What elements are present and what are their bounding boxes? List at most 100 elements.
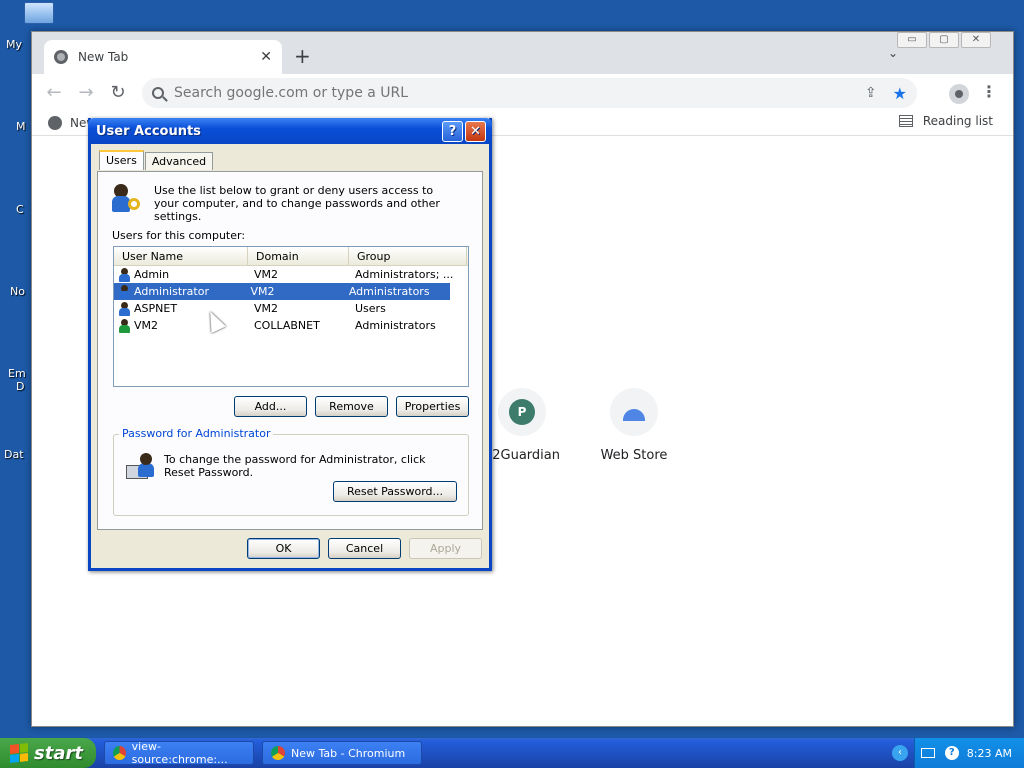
table-row[interactable]: ASPNET VM2 Users [114,300,468,317]
users-list[interactable]: User Name Domain Group Admin VM2 Adminis… [113,246,469,387]
reading-list-button[interactable]: Reading list [898,114,993,128]
user-name: Administrator [134,285,209,298]
shortcut-web-store[interactable]: Web Store [584,388,684,463]
maximize-button[interactable]: ▢ [929,32,959,48]
globe-icon [54,50,68,64]
tab-advanced[interactable]: Advanced [144,152,214,170]
web-store-icon [610,388,658,436]
taskbar-item-label: New Tab - Chromium [291,746,406,760]
tab-title: New Tab [78,50,129,64]
star-icon[interactable]: ★ [893,84,907,103]
chromium-icon [271,746,285,760]
share-icon[interactable]: ⇪ [865,85,877,101]
user-group: Administrators [355,319,436,332]
dialog-tabs: Users Advanced [99,150,214,170]
dialog-title-bar[interactable]: User Accounts ? ✕ [88,118,492,144]
users-list-label: Users for this computer: [112,229,246,242]
user-icon [118,267,132,282]
column-user-name[interactable]: User Name [114,247,248,265]
desktop-label-1[interactable]: My [6,38,22,51]
users-tab-panel: Use the list below to grant or deny user… [97,171,483,530]
windows-logo-icon [10,743,28,763]
table-row[interactable]: Admin VM2 Administrators; ... [114,266,468,283]
minimize-button[interactable]: ▭ [897,32,927,48]
user-group: Users [355,302,386,315]
password-group-title: Password for Administrator [119,427,274,440]
table-row-selected[interactable]: Administrator VM2 Administrators [114,283,450,300]
users-keys-icon [112,184,144,216]
globe-icon [48,115,62,130]
close-window-button[interactable]: ✕ [961,32,991,48]
reading-list-icon [898,115,913,127]
user-domain: VM2 [250,285,275,298]
column-domain[interactable]: Domain [248,247,349,265]
search-icon [152,87,164,99]
user-name: ASPNET [134,302,178,315]
desktop-label-5[interactable]: Em [8,367,26,380]
dialog-title: User Accounts [96,123,201,139]
address-input[interactable] [174,85,865,101]
table-row[interactable]: VM2 COLLABNET Administrators [114,317,468,334]
system-tray: ? 8:23 AM [914,738,1024,768]
intro-text: Use the list below to grant or deny user… [154,184,440,223]
user-group: Administrators; ... [355,268,454,281]
omnibox[interactable]: ⇪ ★ [142,78,917,108]
taskbar-item-label: view-source:chrome:... [131,740,228,766]
tab-strip: New Tab ✕ + ⌄ ▭ ▢ ✕ [32,32,1013,74]
back-arrow-icon[interactable]: ← [40,78,68,106]
desktop-label-4[interactable]: No [10,285,25,298]
domain-user-icon [118,318,132,333]
desktop-label-7[interactable]: Dat [4,448,24,461]
dialog-close-button[interactable]: ✕ [465,120,486,142]
taskbar-item-new-tab[interactable]: New Tab - Chromium [262,741,422,765]
profile-icon[interactable] [949,84,969,104]
window-controls: ▭ ▢ ✕ [897,32,991,48]
user-name: Admin [134,268,170,281]
user-domain: COLLABNET [254,319,320,332]
user-computer-icon [126,453,158,485]
remove-button[interactable]: Remove [315,396,388,417]
apply-button[interactable]: Apply [409,538,482,559]
user-domain: VM2 [254,302,279,315]
help-button[interactable]: ? [442,120,463,142]
user-icon [118,301,132,316]
help-tray-icon[interactable]: ? [944,746,959,760]
user-domain: VM2 [254,268,279,281]
forward-arrow-icon[interactable]: → [72,78,100,106]
tab-users[interactable]: Users [99,150,144,170]
more-menu-icon[interactable]: ⋮ [981,82,997,101]
desktop-label-6[interactable]: D [16,380,24,393]
start-label: start [34,742,83,764]
new-tab-button[interactable]: + [294,44,311,68]
shortcut-initial: P [509,399,535,425]
taskbar-item-view-source[interactable]: view-source:chrome:... [104,740,254,766]
clock[interactable]: 8:23 AM [967,747,1012,760]
chromium-icon [113,746,126,760]
reload-icon[interactable]: ↻ [104,78,132,106]
password-groupbox: Password for Administrator To change the… [113,427,469,516]
close-icon[interactable]: ✕ [260,49,272,65]
shortcut-label: Web Store [600,448,668,463]
reading-list-label: Reading list [922,114,993,128]
tray-collapse-icon[interactable]: ‹ [892,745,908,761]
user-group: Administrators [348,285,430,298]
desktop-label-3[interactable]: C [16,203,24,216]
keyboard-icon[interactable] [920,748,935,758]
user-name: VM2 [134,319,159,332]
start-button[interactable]: start [0,738,96,768]
cancel-button[interactable]: Cancel [328,538,401,559]
ok-button[interactable]: OK [247,538,320,559]
desktop-label-2[interactable]: M [16,120,26,133]
desktop-icon-my-computer[interactable] [24,2,54,24]
taskbar: start view-source:chrome:... New Tab - C… [0,738,1024,768]
column-group[interactable]: Group [349,247,467,265]
add-button[interactable]: Add... [234,396,307,417]
list-header: User Name Domain Group [114,247,468,266]
chevron-down-icon[interactable]: ⌄ [888,46,898,60]
tab-new-tab[interactable]: New Tab ✕ [44,40,282,74]
reset-password-button[interactable]: Reset Password... [333,481,457,502]
user-accounts-dialog: User Accounts ? ✕ Users Advanced Use the… [88,118,492,571]
shortcut-icon: P [498,388,546,436]
properties-button[interactable]: Properties [396,396,469,417]
user-icon [118,284,132,299]
